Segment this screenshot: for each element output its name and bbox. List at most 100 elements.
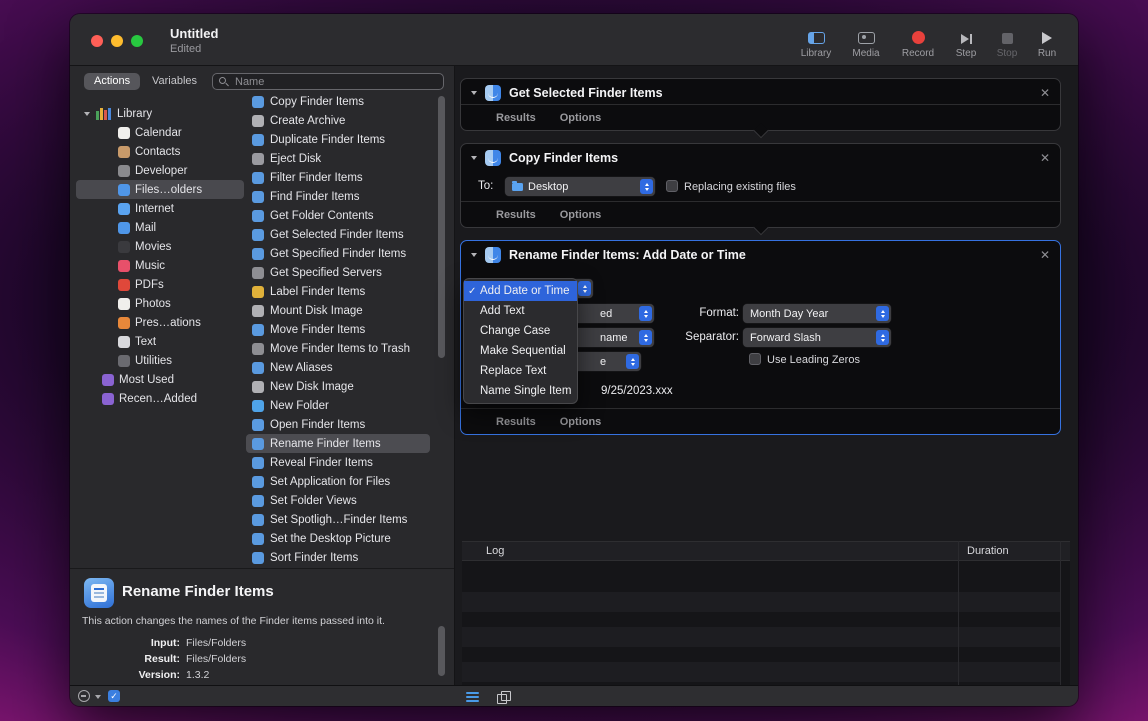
log-column-header: Log xyxy=(486,545,504,557)
sidebar-item[interactable]: PDFs xyxy=(76,275,244,294)
action-icon xyxy=(252,438,264,450)
sidebar-item[interactable]: Developer xyxy=(76,161,244,180)
action-icon xyxy=(252,381,264,393)
action-icon xyxy=(252,324,264,336)
menu-item[interactable]: Replace Text xyxy=(464,361,577,381)
action-list-item[interactable]: Filter Finder Items xyxy=(246,168,430,187)
menu-item[interactable]: Name Single Item xyxy=(464,381,577,401)
menu-item[interactable]: Change Case xyxy=(464,321,577,341)
description-field: Version: 1.3.2 xyxy=(70,669,455,685)
media-button[interactable]: Media xyxy=(844,21,888,59)
sidebar-group-item[interactable]: Most Used xyxy=(76,370,244,389)
sidebar-item[interactable]: Utilities xyxy=(76,351,244,370)
format-dropdown[interactable]: Month Day Year xyxy=(743,304,891,323)
remove-variable-icon[interactable] xyxy=(78,690,90,702)
sidebar-item[interactable]: Contacts xyxy=(76,142,244,161)
close-window-button[interactable] xyxy=(91,35,103,47)
action-list-item[interactable]: Get Specified Servers xyxy=(246,263,430,282)
zoom-window-button[interactable] xyxy=(131,35,143,47)
results-button[interactable]: Results xyxy=(496,209,536,221)
sidebar-item-library[interactable]: Library xyxy=(76,104,244,123)
action-list-item[interactable]: New Aliases xyxy=(246,358,430,377)
results-button[interactable]: Results xyxy=(496,112,536,124)
action-list-item[interactable]: Open Finder Items xyxy=(246,415,430,434)
action-list-item[interactable]: Move Finder Items to Trash xyxy=(246,339,430,358)
use-leading-zeros-checkbox[interactable] xyxy=(749,353,761,365)
options-button[interactable]: Options xyxy=(560,416,602,428)
action-list-item[interactable]: Rename Finder Items xyxy=(246,434,430,453)
divider xyxy=(70,568,454,569)
category-icon xyxy=(118,127,130,139)
action-list-item[interactable]: Reveal Finder Items xyxy=(246,453,430,472)
step-button[interactable]: Step xyxy=(948,21,984,59)
log-view-icon[interactable] xyxy=(466,692,479,702)
action-list-item[interactable]: Get Selected Finder Items xyxy=(246,225,430,244)
action-list-item[interactable]: Set Folder Views xyxy=(246,491,430,510)
chevron-down-icon[interactable] xyxy=(471,253,477,257)
menu-item[interactable]: Make Sequential xyxy=(464,341,577,361)
options-button[interactable]: Options xyxy=(560,209,602,221)
log-row xyxy=(462,627,1060,647)
automator-window: Untitled Edited Library Media Record Ste… xyxy=(70,14,1078,706)
action-list-item[interactable]: New Folder xyxy=(246,396,430,415)
sidebar-item[interactable]: Movies xyxy=(76,237,244,256)
sidebar-group-item[interactable]: Recen…Added xyxy=(76,389,244,408)
results-button[interactable]: Results xyxy=(496,416,536,428)
action-list-item[interactable]: Move Finder Items xyxy=(246,320,430,339)
to-dropdown[interactable]: Desktop xyxy=(505,177,655,196)
stop-button: Stop xyxy=(990,21,1024,59)
action-list-item[interactable]: Duplicate Finder Items xyxy=(246,130,430,149)
finder-icon xyxy=(485,150,501,166)
sidebar-item[interactable]: Pres…ations xyxy=(76,313,244,332)
library-button[interactable]: Library xyxy=(794,21,838,59)
action-icon xyxy=(252,552,264,564)
sidebar-item[interactable]: Photos xyxy=(76,294,244,313)
action-list-item[interactable]: Get Folder Contents xyxy=(246,206,430,225)
chevron-down-icon[interactable] xyxy=(471,156,477,160)
stepper-icon xyxy=(639,330,652,345)
sidebar-item[interactable]: Internet xyxy=(76,199,244,218)
close-icon[interactable]: ✕ xyxy=(1040,152,1050,164)
action-list-item[interactable]: Get Specified Finder Items xyxy=(246,244,430,263)
variables-view-icon[interactable] xyxy=(497,691,509,703)
action-list-item[interactable]: New Disk Image xyxy=(246,377,430,396)
action-icon xyxy=(252,343,264,355)
action-list-item[interactable]: Create Archive xyxy=(246,111,430,130)
chevron-down-icon[interactable] xyxy=(84,112,90,116)
tab-variables[interactable]: Variables xyxy=(152,75,197,87)
action-list-item[interactable]: Set the Desktop Picture xyxy=(246,529,430,548)
run-button[interactable]: Run xyxy=(1030,21,1064,59)
library-tree: Library Calendar Contacts xyxy=(76,104,244,408)
action-list-item[interactable]: Label Finder Items xyxy=(246,282,430,301)
action-list-item[interactable]: Sort Finder Items xyxy=(246,548,430,567)
chevron-down-icon[interactable] xyxy=(471,91,477,95)
action-list-item[interactable]: Set Spotligh…Finder Items xyxy=(246,510,430,529)
action-list-item[interactable]: Set Application for Files xyxy=(246,472,430,491)
chevron-down-icon[interactable] xyxy=(95,695,101,699)
tab-actions[interactable]: Actions xyxy=(84,73,140,90)
minimize-window-button[interactable] xyxy=(111,35,123,47)
sidebar-item[interactable]: Files…olders xyxy=(76,180,244,199)
action-list-item[interactable]: Find Finder Items xyxy=(246,187,430,206)
action-list-item[interactable]: Copy Finder Items xyxy=(246,92,430,111)
action-list-item[interactable]: Mount Disk Image xyxy=(246,301,430,320)
sidebar-item[interactable]: Music xyxy=(76,256,244,275)
options-button[interactable]: Options xyxy=(560,112,602,124)
category-icon xyxy=(118,298,130,310)
sidebar-item[interactable]: Text xyxy=(76,332,244,351)
close-icon[interactable]: ✕ xyxy=(1040,87,1050,99)
sidebar-item[interactable]: Mail xyxy=(76,218,244,237)
replacing-existing-files-checkbox[interactable] xyxy=(666,180,678,192)
menu-item[interactable]: ✓ Add Date or Time xyxy=(464,281,577,301)
category-icon xyxy=(118,241,130,253)
search-input[interactable] xyxy=(212,73,444,90)
action-list-item[interactable]: Eject Disk xyxy=(246,149,430,168)
separator-dropdown[interactable]: Forward Slash xyxy=(743,328,891,347)
sidebar-item[interactable]: Calendar xyxy=(76,123,244,142)
close-icon[interactable]: ✕ xyxy=(1040,249,1050,261)
action-icon xyxy=(252,457,264,469)
menu-item[interactable]: Add Text xyxy=(464,301,577,321)
checkbox-icon[interactable]: ✓ xyxy=(108,690,120,702)
record-button[interactable]: Record xyxy=(894,21,942,59)
actions-scrollbar[interactable] xyxy=(438,96,445,358)
